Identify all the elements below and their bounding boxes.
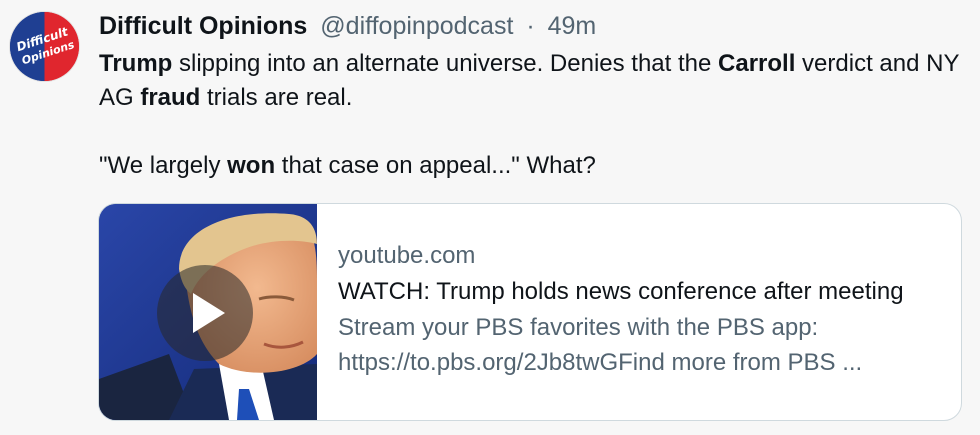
bold-text-run: fraud	[140, 84, 201, 111]
tweet-paragraph-1: Trump slipping into an alternate univers…	[99, 47, 959, 115]
text-run: "We largely	[99, 152, 228, 179]
tweet-timestamp[interactable]: 49m	[548, 12, 597, 40]
author-name[interactable]: Difficult Opinions	[99, 12, 307, 40]
text-run: trials are real.	[200, 84, 353, 111]
tweet-header: Difficult Opinions @diffopinpodcast · 49…	[99, 8, 596, 44]
text-run: slipping into an alternate universe. Den…	[172, 50, 719, 77]
text-run: that case on appeal..." What?	[275, 152, 596, 179]
author-handle[interactable]: @diffopinpodcast	[320, 12, 513, 40]
card-description-line-1: Stream your PBS favorites with the PBS a…	[338, 314, 819, 341]
card-description-line-2: https://to.pbs.org/2Jb8twGFind more from…	[338, 349, 863, 376]
bold-text-run: won	[227, 152, 276, 179]
avatar-logo-icon: Difficult Opinions	[10, 12, 79, 81]
card-domain: youtube.com	[338, 242, 476, 269]
play-icon	[193, 293, 225, 333]
separator-dot: ·	[526, 12, 535, 40]
tweet-text: Trump slipping into an alternate univers…	[99, 47, 959, 183]
video-thumbnail[interactable]	[99, 204, 317, 420]
play-button[interactable]	[157, 265, 253, 361]
author-avatar[interactable]: Difficult Opinions	[10, 12, 79, 81]
card-title: WATCH: Trump holds news conference after…	[338, 278, 904, 305]
tweet-paragraph-2: "We largely won that case on appeal..." …	[99, 149, 959, 183]
bold-text-run: Carroll	[718, 50, 796, 77]
card-description: Stream your PBS favorites with the PBS a…	[338, 310, 948, 380]
card-body[interactable]: youtube.com WATCH: Trump holds news conf…	[338, 238, 948, 380]
bold-text-run: Trump	[99, 50, 173, 77]
link-preview-card[interactable]: youtube.com WATCH: Trump holds news conf…	[98, 203, 962, 421]
